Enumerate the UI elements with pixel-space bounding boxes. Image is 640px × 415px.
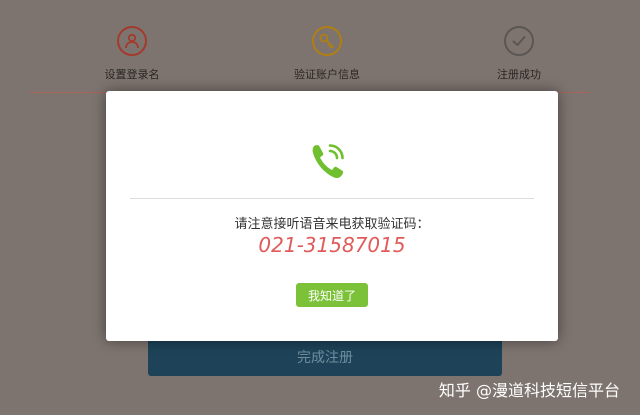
acknowledge-button[interactable]: 我知道了 <box>296 283 368 307</box>
dialog-divider <box>130 198 534 199</box>
step-verify-account: 验证账户信息 <box>257 26 397 82</box>
complete-registration-button[interactable]: 完成注册 <box>148 338 502 376</box>
watermark: 知乎 @漫道科技短信平台 <box>438 381 620 400</box>
phone-call-icon <box>310 141 348 181</box>
registration-stepper: 设置登录名 验证账户信息 注册成功 <box>0 0 640 95</box>
voice-call-dialog: 请注意接听语音来电获取验证码： 021-31587015 我知道了 <box>106 91 558 341</box>
key-icon <box>312 26 342 56</box>
voice-call-prompt: 请注意接听语音来电获取验证码： <box>234 217 430 232</box>
user-icon <box>117 26 147 56</box>
step-label: 注册成功 <box>497 68 541 81</box>
caller-phone-number: 021-31587015 <box>258 233 406 257</box>
checkmark-icon <box>504 26 534 56</box>
step-set-login-name: 设置登录名 <box>62 26 202 82</box>
step-registration-success: 注册成功 <box>449 26 589 82</box>
step-label: 设置登录名 <box>104 68 160 81</box>
step-label: 验证账户信息 <box>294 68 360 81</box>
